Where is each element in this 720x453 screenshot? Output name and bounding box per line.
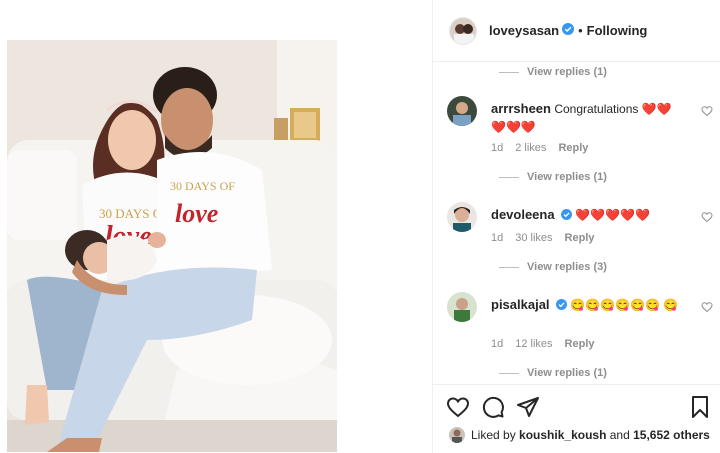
post-details-panel: loveysasan • Following View replies (1) …	[432, 0, 720, 453]
divider-line	[499, 266, 519, 268]
liker-avatar[interactable]	[449, 427, 465, 443]
comment-body: arrrsheen Congratulations ❤️❤️ ❤️❤️❤️	[491, 100, 681, 136]
comment-age[interactable]: 1d	[491, 142, 503, 154]
comments-list[interactable]: View replies (1) arrrsheen Congratulatio…	[433, 62, 720, 384]
comment-body: devoleena ❤️❤️❤️❤️❤️	[491, 206, 681, 225]
verified-badge-icon	[560, 207, 572, 225]
like-heart-icon[interactable]	[446, 395, 470, 419]
liked-by-summary: Liked by koushik_koush and 15,652 others	[449, 427, 710, 443]
view-replies-button[interactable]: View replies (1)	[499, 367, 607, 379]
liked-by-and: and	[609, 428, 630, 442]
view-replies-button[interactable]: View replies (3)	[499, 261, 607, 273]
comment-icon[interactable]	[481, 395, 505, 419]
svg-text:love: love	[175, 199, 218, 228]
comment-likes[interactable]: 30 likes	[515, 232, 552, 244]
author-avatar-image	[450, 17, 476, 44]
comment-body: pisalkajal 😋😋😋😋😋😋 😋	[491, 296, 681, 315]
commenter-avatar-image	[447, 292, 477, 322]
comment-text: ❤️❤️❤️❤️❤️	[575, 208, 650, 222]
commenter-username[interactable]: devoleena	[491, 207, 555, 222]
commenter-avatar-image	[447, 202, 477, 232]
post-photo[interactable]: 30 DAYS OF love 30 DAYS OF love	[7, 40, 337, 452]
author-username[interactable]: loveysasan	[489, 23, 559, 38]
view-replies-label: View replies (1)	[527, 66, 607, 78]
comment-like-heart-icon[interactable]	[701, 300, 713, 313]
comment-meta: 1d 30 likes Reply	[491, 232, 595, 244]
reply-button[interactable]: Reply	[565, 338, 595, 350]
author-avatar[interactable]	[449, 16, 477, 45]
commenter-avatar[interactable]	[447, 202, 477, 232]
view-replies-label: View replies (1)	[527, 367, 607, 379]
svg-text:30 DAYS OF: 30 DAYS OF	[170, 179, 235, 193]
divider-line	[499, 71, 519, 73]
commenter-avatar-image	[447, 96, 477, 126]
liker-username[interactable]: koushik_koush	[519, 428, 606, 442]
divider-line	[499, 176, 519, 178]
verified-badge-icon	[562, 22, 575, 40]
reply-button[interactable]: Reply	[565, 232, 595, 244]
share-icon[interactable]	[516, 395, 540, 419]
commenter-avatar[interactable]	[447, 292, 477, 322]
comment-text: 😋😋😋😋😋😋 😋	[570, 298, 679, 312]
comment-age[interactable]: 1d	[491, 232, 503, 244]
post-media-pane: 30 DAYS OF love 30 DAYS OF love	[0, 0, 432, 453]
liker-avatar-image	[449, 427, 465, 443]
post-actions: Liked by koushik_koush and 15,652 others	[433, 384, 720, 453]
comment-age[interactable]: 1d	[491, 338, 503, 350]
comment-meta: 1d 12 likes Reply	[491, 338, 595, 350]
commenter-username[interactable]: arrrsheen	[491, 101, 551, 116]
following-button[interactable]: Following	[587, 23, 648, 38]
divider-line	[499, 372, 519, 374]
photo-illustration: 30 DAYS OF love 30 DAYS OF love	[7, 40, 337, 452]
verified-badge-icon	[555, 297, 567, 315]
comment-like-heart-icon[interactable]	[701, 210, 713, 223]
likes-count[interactable]: 15,652 others	[633, 428, 710, 442]
commenter-username[interactable]: pisalkajal	[491, 297, 550, 312]
view-replies-label: View replies (3)	[527, 261, 607, 273]
separator-dot: •	[578, 23, 583, 38]
view-replies-button[interactable]: View replies (1)	[499, 171, 607, 183]
reply-button[interactable]: Reply	[558, 142, 588, 154]
liked-by-prefix: Liked by	[471, 428, 516, 442]
commenter-avatar[interactable]	[447, 96, 477, 126]
view-replies-button[interactable]: View replies (1)	[499, 66, 607, 78]
comment-likes[interactable]: 2 likes	[515, 142, 546, 154]
comment-like-heart-icon[interactable]	[701, 104, 713, 117]
comment-likes[interactable]: 12 likes	[515, 338, 552, 350]
post-header: loveysasan • Following	[433, 0, 720, 62]
comment-meta: 1d 2 likes Reply	[491, 142, 588, 154]
save-bookmark-icon[interactable]	[688, 395, 712, 419]
view-replies-label: View replies (1)	[527, 171, 607, 183]
